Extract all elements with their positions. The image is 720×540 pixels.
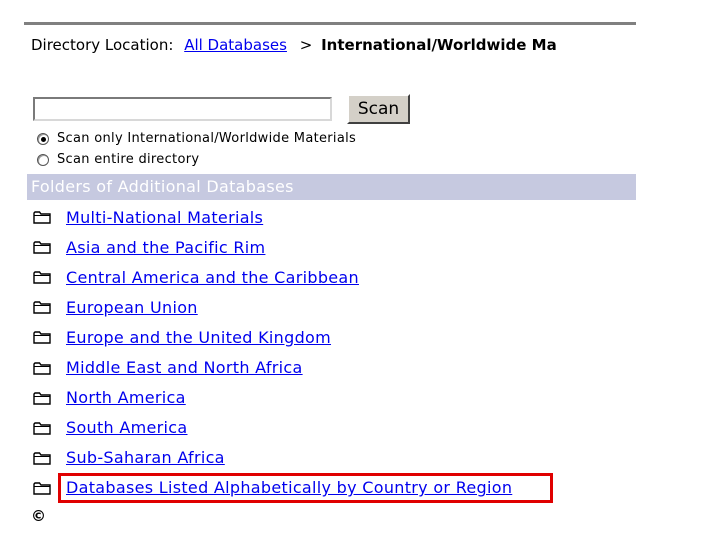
folder-icon — [33, 391, 51, 405]
folder-list: Multi-National Materials Asia and the Pac… — [33, 202, 512, 503]
folder-link[interactable]: European Union — [66, 298, 198, 317]
folder-link[interactable]: Multi-National Materials — [66, 208, 263, 227]
breadcrumb-separator: > — [299, 36, 313, 54]
folder-icon — [33, 361, 51, 375]
folder-icon — [33, 330, 51, 345]
folder-item[interactable]: Europe and the United Kingdom — [33, 322, 512, 352]
folder-icon — [33, 421, 51, 435]
highlight-box — [58, 473, 553, 503]
folder-item[interactable]: Sub-Saharan Africa — [33, 443, 512, 473]
folder-icon — [33, 240, 51, 254]
folder-item[interactable]: South America — [33, 413, 512, 443]
copyright-symbol: © — [31, 507, 46, 525]
scan-input[interactable] — [33, 97, 332, 121]
folder-icon — [33, 481, 51, 495]
folder-item[interactable]: North America — [33, 383, 512, 413]
folder-link[interactable]: Sub-Saharan Africa — [66, 448, 225, 467]
folder-link[interactable]: Europe and the United Kingdom — [66, 328, 331, 347]
scan-option-entire-directory[interactable]: Scan entire directory — [37, 152, 199, 167]
folder-link[interactable]: North America — [66, 388, 186, 407]
folder-link[interactable]: Asia and the Pacific Rim — [66, 238, 265, 257]
folder-item[interactable]: Central America and the Caribbean — [33, 262, 512, 292]
folder-item[interactable]: Middle East and North Africa — [33, 352, 512, 382]
folder-item[interactable]: Asia and the Pacific Rim — [33, 232, 512, 262]
folder-link[interactable]: South America — [66, 418, 188, 437]
current-directory: International/Worldwide Ma — [321, 36, 557, 54]
folder-item[interactable]: European Union — [33, 292, 512, 322]
radio-unselected-icon[interactable] — [37, 153, 49, 166]
scan-option-label: Scan only International/Worldwide Materi… — [57, 131, 357, 146]
folders-section-header: Folders of Additional Databases — [27, 174, 636, 200]
scan-option-label: Scan entire directory — [57, 152, 200, 167]
folder-icon — [33, 270, 51, 284]
top-divider — [24, 22, 636, 25]
folder-icon — [33, 300, 51, 315]
folder-link[interactable]: Middle East and North Africa — [66, 358, 303, 377]
scan-button[interactable]: Scan — [347, 94, 410, 124]
folder-item[interactable]: Multi-National Materials — [33, 202, 512, 232]
all-databases-link[interactable]: All Databases — [184, 36, 287, 54]
directory-location-label: Directory Location: — [31, 36, 174, 54]
radio-selected-icon[interactable] — [37, 132, 49, 145]
folder-link[interactable]: Central America and the Caribbean — [66, 268, 359, 287]
folder-icon — [33, 451, 51, 465]
scan-option-this-folder[interactable]: Scan only International/Worldwide Materi… — [37, 131, 356, 146]
folder-icon — [33, 210, 51, 224]
breadcrumb: Directory Location: All Databases > Inte… — [31, 36, 636, 54]
